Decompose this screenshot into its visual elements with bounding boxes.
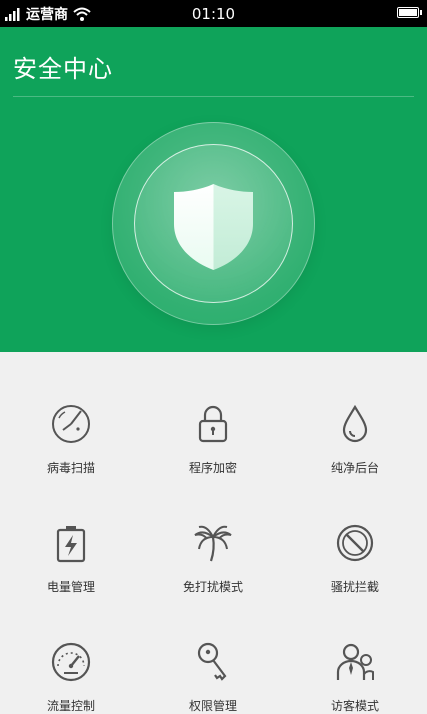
header-divider — [13, 96, 414, 97]
header: 安全中心 — [0, 27, 427, 352]
tile-label: 访客模式 — [330, 699, 379, 713]
shield-icon — [174, 184, 253, 270]
palm-tree-icon — [194, 525, 232, 562]
tile-app-lock[interactable]: 程序加密 — [142, 352, 284, 475]
tile-battery-management[interactable]: 电量管理 — [0, 471, 142, 594]
tile-virus-scan[interactable]: 病毒扫描 — [0, 352, 142, 475]
status-bar: 运营商 01:10 — [0, 0, 427, 27]
security-shield-button[interactable] — [112, 122, 315, 325]
guest-users-icon — [336, 643, 374, 680]
key-icon — [197, 642, 227, 681]
block-icon — [336, 524, 374, 562]
speedometer-icon — [51, 642, 91, 682]
tile-data-usage[interactable]: 流量控制 — [0, 590, 142, 713]
water-drop-icon — [342, 404, 368, 443]
virus-scan-radar-icon — [52, 405, 90, 443]
tile-guest-mode[interactable]: 访客模式 — [284, 590, 426, 713]
tile-label: 流量控制 — [46, 699, 95, 713]
battery-bolt-icon — [56, 526, 86, 563]
page-title: 安全中心 — [13, 55, 113, 83]
tile-harassment-block[interactable]: 骚扰拦截 — [284, 471, 426, 594]
tile-label: 权限管理 — [188, 699, 237, 713]
lock-icon — [198, 405, 228, 443]
tile-do-not-disturb[interactable]: 免打扰模式 — [142, 471, 284, 594]
tile-clean-background[interactable]: 纯净后台 — [284, 352, 426, 475]
feature-grid: 病毒扫描 程序加密 纯净后台 电量管理 免打扰模式 骚扰拦截 流量控制 权限管理… — [0, 352, 427, 713]
clock: 01:10 — [191, 5, 236, 23]
battery-icon — [397, 7, 422, 18]
tile-permission-management[interactable]: 权限管理 — [142, 590, 284, 713]
